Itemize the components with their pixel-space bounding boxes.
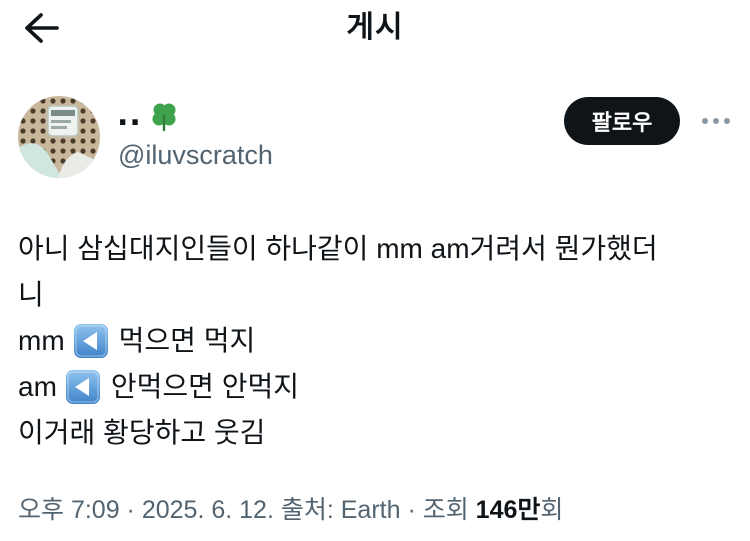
meta-separator: · — [119, 496, 142, 524]
clover-icon — [152, 103, 176, 132]
top-bar: 게시 — [0, 0, 750, 60]
left-triangle-button-icon — [65, 370, 100, 404]
follow-button[interactable]: 팔로우 — [564, 97, 680, 145]
views-label: 조회 — [422, 496, 476, 524]
tweet-line-suffix: 안먹으면 안먹지 — [110, 371, 300, 402]
tweet-line: mm 먹으면 먹지 — [18, 318, 732, 364]
tweet-text: 아니 삼십대지인들이 하나같이 mm am거려서 뭔가했더 니 mm 먹으면 먹… — [18, 226, 732, 456]
tweet-line: 아니 삼십대지인들이 하나같이 mm am거려서 뭔가했더 — [18, 233, 658, 264]
tweet-line: 이거래 황당하고 웃김 — [18, 417, 266, 448]
user-handle[interactable]: @iluvscratch — [118, 138, 273, 172]
meta-separator — [274, 496, 281, 524]
more-options-button[interactable] — [696, 106, 736, 136]
views-suffix: 회 — [540, 496, 564, 524]
tweet-line: am 안먹으면 안먹지 — [18, 364, 732, 410]
meta-separator: · — [400, 496, 423, 524]
tweet-line: 니 — [18, 279, 44, 310]
display-name[interactable]: .. — [117, 99, 180, 133]
tweet-line-suffix: 먹으면 먹지 — [118, 325, 256, 356]
left-triangle-button-icon — [73, 324, 108, 358]
page-title: 게시 — [346, 10, 404, 45]
more-dots-icon — [702, 118, 730, 124]
tweet-source: 출처: Earth — [280, 496, 401, 524]
tweet-line-prefix: am — [18, 371, 57, 402]
tweet-meta: 오후 7:09 · 2025. 6. 12. 출처: Earth · 조회 14… — [18, 493, 563, 527]
tweet-time[interactable]: 오후 7:09 — [18, 496, 120, 524]
views-count: 146만 — [475, 496, 541, 524]
tweet-date[interactable]: 2025. 6. 12. — [142, 496, 274, 524]
avatar[interactable] — [18, 96, 100, 178]
tweet-line-prefix: mm — [18, 325, 65, 356]
author-row: .. @iluvscratch 팔로우 — [0, 92, 750, 182]
